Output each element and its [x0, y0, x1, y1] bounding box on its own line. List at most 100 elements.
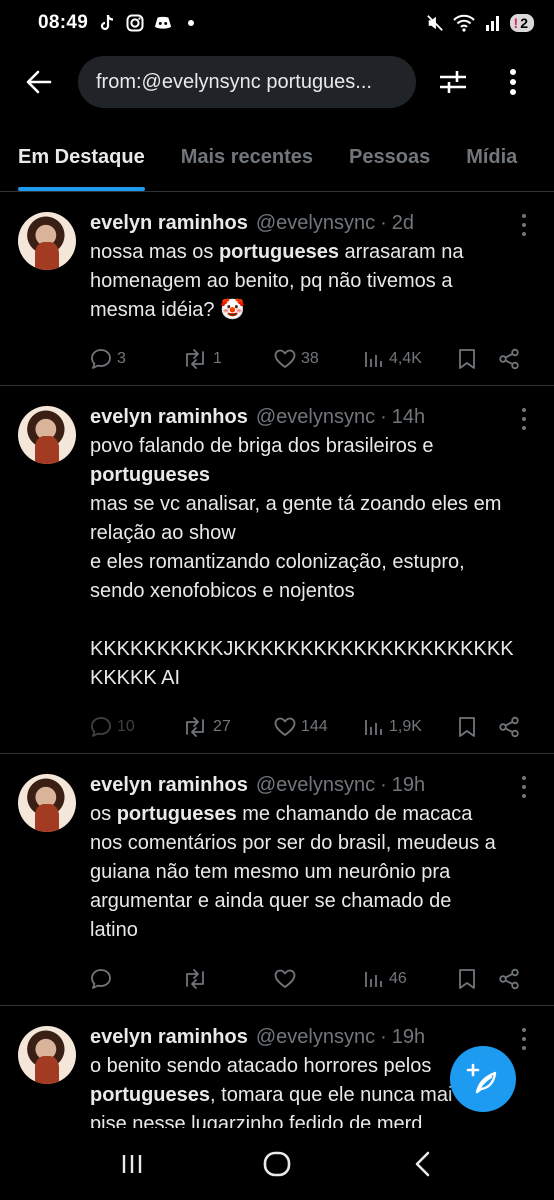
- like-count: 144: [301, 718, 328, 735]
- clock: 08:49: [38, 12, 89, 33]
- share-button[interactable]: [498, 716, 520, 738]
- views-button[interactable]: 4,4K: [364, 349, 458, 369]
- tweet-more-button[interactable]: [514, 214, 534, 236]
- avatar[interactable]: [18, 1026, 76, 1084]
- search-input[interactable]: from:@evelynsync portugues...: [78, 56, 416, 108]
- heart-icon: [274, 969, 296, 988]
- views-button[interactable]: 46: [364, 969, 458, 989]
- bookmark-button[interactable]: [458, 716, 498, 738]
- more-options-button[interactable]: [490, 57, 536, 107]
- tweet-text-segment: os: [90, 803, 117, 825]
- tweet-actions: 10 27 144 1,9K: [90, 701, 534, 753]
- author-name[interactable]: evelyn raminhos: [90, 208, 248, 238]
- tweet-more-button[interactable]: [514, 1028, 534, 1050]
- tweet-text: povo falando de briga dos brasileiros e p…: [90, 432, 534, 693]
- recent-apps-icon: [123, 1155, 142, 1173]
- system-nav-bar: [0, 1128, 554, 1200]
- like-button[interactable]: 38: [274, 349, 364, 369]
- author-handle[interactable]: @evelynsync: [256, 1022, 375, 1052]
- home-button[interactable]: [247, 1139, 307, 1189]
- sliders-icon: [440, 71, 466, 93]
- search-keyword-highlight: portugueses: [90, 464, 211, 486]
- tweet-text-line: latino: [90, 916, 534, 945]
- tab-midia[interactable]: Mídia: [448, 146, 535, 191]
- avatar[interactable]: [18, 774, 76, 832]
- search-keyword-highlight: portugueses: [90, 1084, 211, 1106]
- share-button[interactable]: [498, 348, 520, 370]
- comment-icon: [91, 349, 111, 369]
- like-button[interactable]: [274, 969, 364, 989]
- bookmark-button[interactable]: [458, 348, 498, 370]
- tweet-text: nossa mas os portugueses arrasaram na hom…: [90, 238, 534, 325]
- tweet-text-line: mas se vc analisar, a gente tá zoando el…: [90, 490, 534, 519]
- tab-pessoas[interactable]: Pessoas: [331, 146, 448, 191]
- tweet-text-line: argumentar e ainda quer se chamado de: [90, 887, 534, 916]
- search-filter-button[interactable]: [430, 57, 476, 107]
- tweet-timestamp[interactable]: 19h: [392, 1022, 425, 1052]
- views-button[interactable]: 1,9K: [364, 717, 458, 737]
- tweet[interactable]: evelyn raminhos @evelynsync · 2d nossa m…: [0, 192, 554, 386]
- reply-count: 10: [117, 718, 135, 735]
- separator-dot: ·: [380, 1026, 387, 1048]
- tweet-text-line: nossa mas os portugueses arrasaram na: [90, 238, 534, 267]
- back-button[interactable]: [14, 57, 64, 107]
- view-count: 1,9K: [389, 718, 422, 735]
- tweet-text-line: povo falando de briga dos brasileiros e: [90, 432, 534, 461]
- author-name[interactable]: evelyn raminhos: [90, 770, 248, 800]
- repost-button[interactable]: [182, 968, 274, 990]
- reply-button[interactable]: 10: [90, 716, 182, 738]
- arrow-left-icon: [26, 70, 52, 94]
- tweet[interactable]: evelyn raminhos @evelynsync · 14h povo f…: [0, 386, 554, 754]
- tweet-text-segment: KKKKKKKKKKJKKKKKKKKKKKKKKKKKKKKK: [90, 638, 514, 660]
- tweet[interactable]: evelyn raminhos @evelynsync · 19h os por…: [0, 754, 554, 1006]
- tweet-actions: 46: [90, 953, 534, 1005]
- author-handle[interactable]: @evelynsync: [256, 208, 375, 238]
- author-name[interactable]: evelyn raminhos: [90, 1022, 248, 1052]
- author-handle[interactable]: @evelynsync: [256, 770, 375, 800]
- tiktok-icon: [98, 14, 116, 32]
- avatar[interactable]: [18, 406, 76, 464]
- author-name[interactable]: evelyn raminhos: [90, 402, 248, 432]
- bookmark-icon: [459, 717, 475, 737]
- compose-button[interactable]: [450, 1046, 516, 1112]
- discord-icon: [154, 14, 172, 32]
- recent-apps-button[interactable]: [102, 1139, 162, 1189]
- bookmark-button[interactable]: [458, 968, 498, 990]
- search-keyword-highlight: portugueses: [116, 803, 237, 825]
- reply-button[interactable]: [90, 968, 182, 990]
- tweet-text-line: [90, 606, 534, 635]
- like-button[interactable]: 144: [274, 717, 364, 737]
- reply-button[interactable]: 3: [90, 348, 182, 370]
- tweet-timestamp[interactable]: 14h: [392, 402, 425, 432]
- status-left: 08:49: [38, 12, 200, 34]
- tweet-body: evelyn raminhos @evelynsync · 14h povo f…: [90, 402, 534, 753]
- repost-button[interactable]: 27: [182, 716, 274, 738]
- tweet-text-segment: e eles romantizando colonização, estupro…: [90, 551, 465, 573]
- tweet-text-line: homenagem ao benito, pq não tivemos a: [90, 267, 534, 296]
- author-handle[interactable]: @evelynsync: [256, 402, 375, 432]
- mute-icon: [426, 14, 444, 32]
- tab-em-destaque[interactable]: Em Destaque: [18, 146, 163, 191]
- tweet-text-segment: relação ao show: [90, 522, 236, 544]
- signal-icon: [484, 14, 502, 32]
- tweet-text-segment: guiana não tem mesmo um neurônio pra: [90, 861, 451, 883]
- like-count: 38: [301, 350, 319, 367]
- home-circle-icon: [263, 1151, 291, 1177]
- repost-button[interactable]: 1: [182, 348, 274, 370]
- heart-icon: [274, 349, 296, 368]
- avatar[interactable]: [18, 212, 76, 270]
- separator-dot: ·: [380, 406, 387, 428]
- tab-mais-recentes[interactable]: Mais recentes: [163, 146, 331, 191]
- tweet-timestamp[interactable]: 19h: [392, 770, 425, 800]
- tweet-text-line: KKKKKKKKKKJKKKKKKKKKKKKKKKKKKKKK: [90, 635, 534, 664]
- tweet-more-button[interactable]: [514, 776, 534, 798]
- share-button[interactable]: [498, 968, 520, 990]
- tweet-timestamp[interactable]: 2d: [392, 208, 414, 238]
- tweet-text-segment: , tomara que ele nunca mai: [210, 1084, 453, 1106]
- status-right: ! 2: [426, 14, 534, 32]
- system-back-button[interactable]: [392, 1139, 452, 1189]
- tweet-more-button[interactable]: [514, 408, 534, 430]
- notification-dot-icon: [182, 14, 200, 32]
- more-vertical-icon: [510, 69, 516, 95]
- notification-badge: ! 2: [509, 14, 534, 32]
